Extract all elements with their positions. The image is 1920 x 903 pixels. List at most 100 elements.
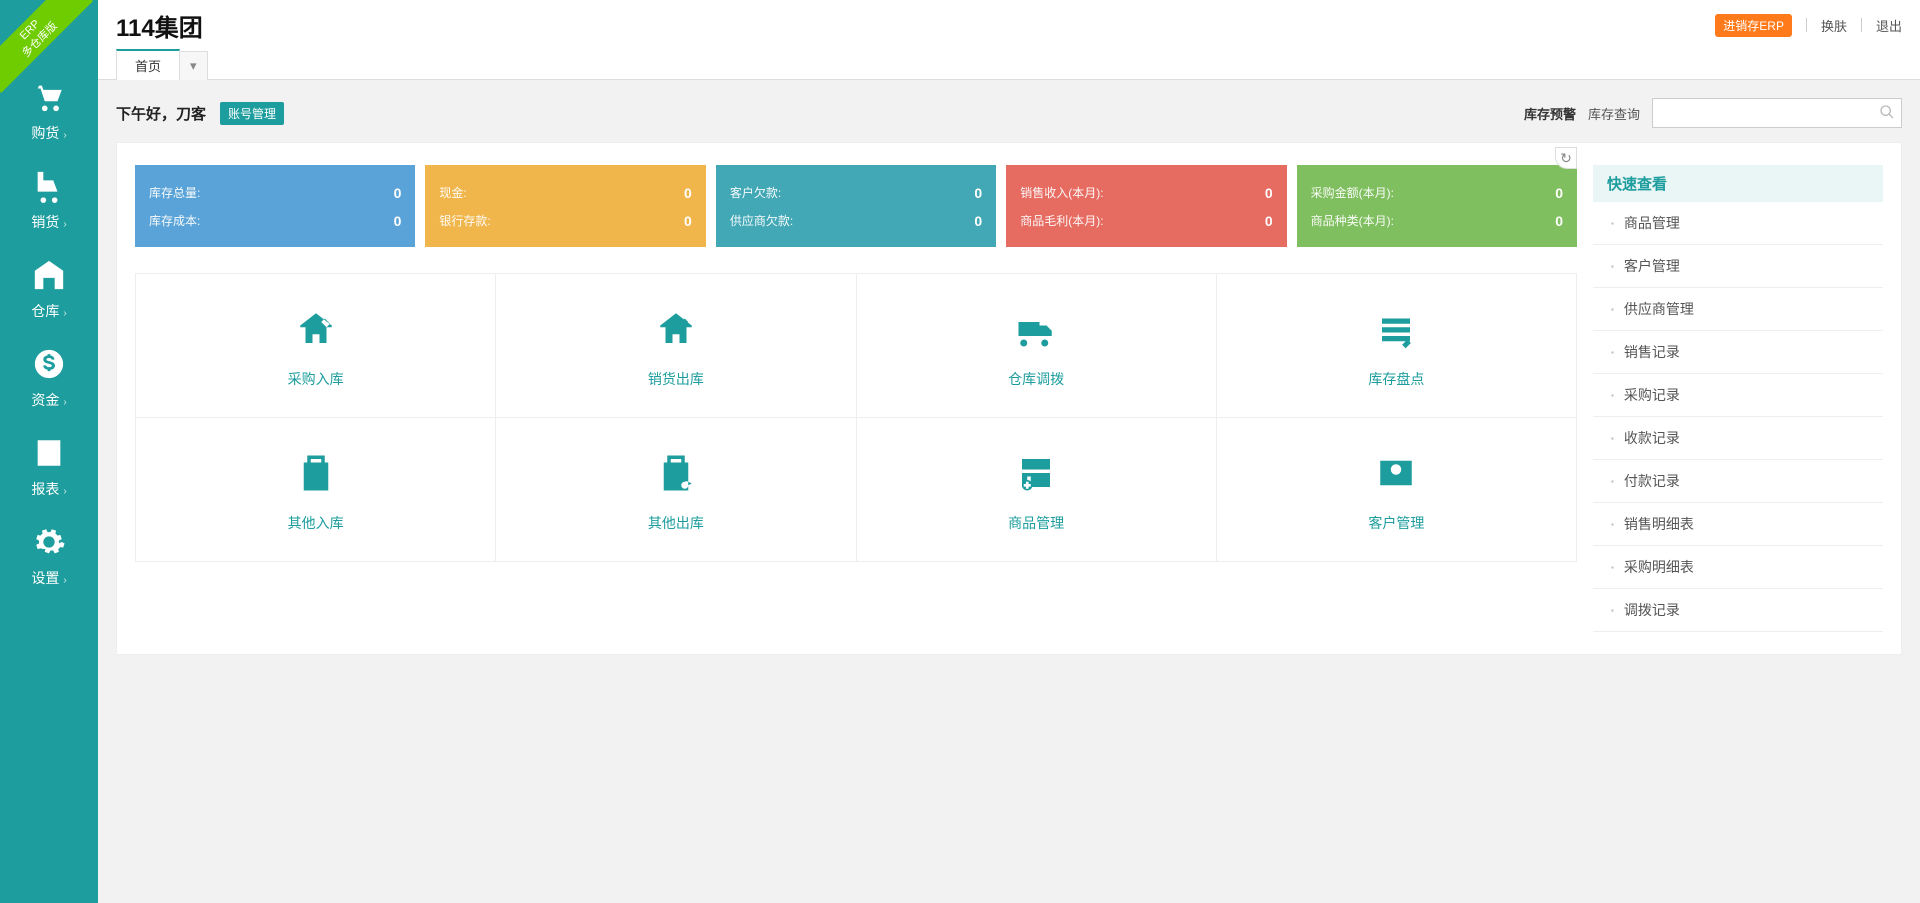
- chevron-right-icon: ›: [63, 130, 66, 141]
- shortcut-label: 商品管理: [857, 513, 1216, 533]
- product-mgmt-icon: [1012, 482, 1060, 497]
- stat-value: 0: [1555, 213, 1563, 229]
- shortcut-other-out[interactable]: 其他出库: [495, 418, 855, 561]
- nav-settings[interactable]: 设置 ›: [0, 513, 98, 602]
- quick-item-4[interactable]: 采购记录: [1593, 374, 1883, 417]
- stat-card-3[interactable]: 销售收入(本月): 0 商品毛利(本月): 0: [1006, 165, 1286, 247]
- stat-card-4[interactable]: 采购金额(本月): 0 商品种类(本月): 0: [1297, 165, 1577, 247]
- stat-value: 0: [394, 185, 402, 201]
- account-mgmt-button[interactable]: 账号管理: [220, 102, 284, 125]
- nav-funds[interactable]: 资金 ›: [0, 335, 98, 424]
- stat-card-1[interactable]: 现金: 0 银行存款: 0: [425, 165, 705, 247]
- shortcut-sales-out[interactable]: 销货出库: [495, 274, 855, 417]
- shortcut-warehouse-transfer[interactable]: 仓库调拨: [856, 274, 1216, 417]
- quick-item-2[interactable]: 供应商管理: [1593, 288, 1883, 331]
- shortcut-product-mgmt[interactable]: 商品管理: [856, 418, 1216, 561]
- customer-mgmt-icon: [1372, 482, 1420, 497]
- chevron-right-icon: ›: [63, 397, 66, 408]
- quick-item-6[interactable]: 付款记录: [1593, 460, 1883, 503]
- chevron-right-icon: ›: [63, 308, 66, 319]
- skin-link[interactable]: 换肤: [1821, 16, 1847, 35]
- stat-label: 销售收入(本月):: [1020, 184, 1103, 201]
- nav-label: 购货: [31, 125, 59, 141]
- stock-alert-link[interactable]: 库存预警: [1524, 104, 1576, 123]
- shortcut-label: 客户管理: [1217, 513, 1576, 533]
- stat-value: 0: [1265, 213, 1273, 229]
- stat-value: 0: [1265, 185, 1273, 201]
- stat-value: 0: [974, 185, 982, 201]
- stat-value: 0: [1555, 185, 1563, 201]
- stat-label: 商品种类(本月):: [1311, 212, 1394, 229]
- stat-value: 0: [394, 213, 402, 229]
- stat-card-0[interactable]: 库存总量: 0 库存成本: 0: [135, 165, 415, 247]
- quick-view-panel: 快速查看 商品管理客户管理供应商管理销售记录采购记录收款记录付款记录销售明细表采…: [1593, 165, 1883, 632]
- quick-item-3[interactable]: 销售记录: [1593, 331, 1883, 374]
- nav-label: 报表: [31, 481, 59, 497]
- nav-label: 资金: [31, 392, 59, 408]
- nav-warehouse[interactable]: 仓库 ›: [0, 246, 98, 335]
- sales-out-icon: [652, 338, 700, 353]
- quick-item-0[interactable]: 商品管理: [1593, 202, 1883, 245]
- chevron-right-icon: ›: [63, 486, 66, 497]
- trolley-icon: [0, 169, 98, 206]
- divider: [1806, 18, 1807, 32]
- shortcut-purchase-in[interactable]: 采购入库: [136, 274, 495, 417]
- stat-label: 现金:: [439, 184, 466, 201]
- warehouse-transfer-icon: [1012, 338, 1060, 353]
- stat-value: 0: [684, 185, 692, 201]
- stat-label: 供应商欠款:: [730, 212, 793, 229]
- shortcut-label: 其他出库: [496, 513, 855, 533]
- report-icon: [0, 436, 98, 473]
- stock-search-label: 库存查询: [1588, 104, 1640, 123]
- inventory-check-icon: [1372, 338, 1420, 353]
- search-icon[interactable]: [1879, 104, 1895, 123]
- nav-label: 设置: [31, 570, 59, 586]
- refresh-button[interactable]: ↻: [1555, 147, 1577, 169]
- nav-sales[interactable]: 销货›: [0, 157, 98, 246]
- stat-label: 银行存款:: [439, 212, 490, 229]
- stat-card-2[interactable]: 客户欠款: 0 供应商欠款: 0: [716, 165, 996, 247]
- sidebar: 购货 › 销货› 仓库 › 资金 › 报表 › 设置 ›: [0, 0, 98, 903]
- shortcut-label: 库存盘点: [1217, 369, 1576, 389]
- stock-search-input[interactable]: [1652, 98, 1902, 128]
- greeting-text: 下午好，刀客: [116, 103, 206, 124]
- quick-item-9[interactable]: 调拨记录: [1593, 589, 1883, 632]
- stat-label: 库存成本:: [149, 212, 200, 229]
- topbar: 114集团 进销存ERP 换肤 退出: [98, 0, 1920, 50]
- quick-item-1[interactable]: 客户管理: [1593, 245, 1883, 288]
- shortcut-label: 销货出库: [496, 369, 855, 389]
- gear-icon: [0, 525, 98, 562]
- tab-bar: 首页 ▾: [98, 50, 1920, 80]
- quick-item-7[interactable]: 销售明细表: [1593, 503, 1883, 546]
- divider: [1861, 18, 1862, 32]
- stat-value: 0: [684, 213, 692, 229]
- warehouse-icon: [0, 258, 98, 295]
- stat-label: 库存总量:: [149, 184, 200, 201]
- tab-dropdown[interactable]: ▾: [179, 51, 208, 80]
- shortcut-customer-mgmt[interactable]: 客户管理: [1216, 418, 1576, 561]
- logout-link[interactable]: 退出: [1876, 16, 1902, 35]
- quick-item-8[interactable]: 采购明细表: [1593, 546, 1883, 589]
- nav-label: 仓库: [31, 303, 59, 319]
- shortcut-label: 其他入库: [136, 513, 495, 533]
- money-icon: [0, 347, 98, 384]
- stat-label: 商品毛利(本月):: [1020, 212, 1103, 229]
- shortcut-label: 仓库调拨: [857, 369, 1216, 389]
- stat-value: 0: [974, 213, 982, 229]
- purchase-in-icon: [292, 338, 340, 353]
- nav-label: 销货: [31, 214, 59, 230]
- company-name: 114集团: [116, 8, 1715, 43]
- stat-label: 客户欠款:: [730, 184, 781, 201]
- chevron-right-icon: ›: [63, 575, 66, 586]
- shortcut-inventory-check[interactable]: 库存盘点: [1216, 274, 1576, 417]
- tab-home[interactable]: 首页: [116, 49, 180, 80]
- quick-item-5[interactable]: 收款记录: [1593, 417, 1883, 460]
- stat-label: 采购金额(本月):: [1311, 184, 1394, 201]
- corner-ribbon: ERP 多仓库版: [0, 0, 100, 100]
- other-in-icon: [292, 482, 340, 497]
- erp-badge[interactable]: 进销存ERP: [1715, 14, 1792, 37]
- nav-reports[interactable]: 报表 ›: [0, 424, 98, 513]
- shortcut-other-in[interactable]: 其他入库: [136, 418, 495, 561]
- shortcut-label: 采购入库: [136, 369, 495, 389]
- other-out-icon: [652, 482, 700, 497]
